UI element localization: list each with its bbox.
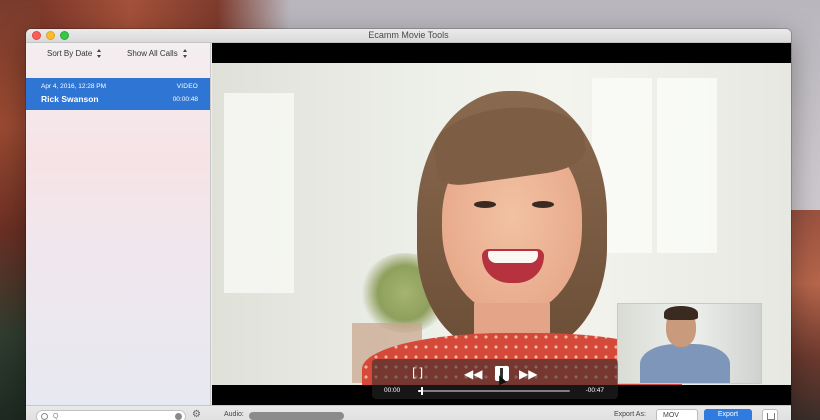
- call-duration: 00:00:48: [172, 96, 198, 103]
- scrubber-track[interactable]: [418, 387, 570, 395]
- share-icon[interactable]: [762, 409, 778, 420]
- sort-bar: Sort By Date Show All Calls: [26, 43, 210, 64]
- picture-in-picture-video[interactable]: [617, 303, 762, 384]
- call-list-item[interactable]: Apr 4, 2016, 12:28 PM VIDEO Rick Swanson…: [26, 78, 210, 110]
- wallpaper-cliff-top: [0, 0, 290, 30]
- pip-person-body: [640, 344, 730, 383]
- updown-chevron-icon: [182, 49, 188, 58]
- call-date: Apr 4, 2016, 12:28 PM: [41, 83, 107, 90]
- calls-sidebar: Sort By Date Show All Calls Apr 4, 2016,…: [26, 43, 211, 420]
- search-icon: [41, 413, 48, 420]
- clear-search-icon[interactable]: [175, 413, 182, 420]
- wallpaper-cliff-right: [788, 210, 820, 420]
- call-type: VIDEO: [176, 83, 198, 90]
- export-format-value: MOV: [663, 412, 679, 419]
- video-player[interactable]: [ ] ◀◀ ▶▶ 00:00 -00:47: [212, 43, 791, 405]
- trim-brackets-icon[interactable]: [ ]: [412, 367, 423, 379]
- bottom-toolbar: Q ⚙ Audio: Export As: MOV Export: [26, 405, 791, 420]
- video-frame[interactable]: [212, 63, 791, 385]
- playback-controls: [ ] ◀◀ ▶▶ 00:00 -00:47: [372, 359, 618, 399]
- caller-teeth: [488, 251, 538, 263]
- search-placeholder: Q: [53, 413, 59, 420]
- audio-label: Audio:: [224, 411, 244, 418]
- sort-by-date-label: Sort By Date: [47, 49, 93, 58]
- elapsed-time: 00:00: [384, 387, 401, 394]
- caller-eye: [474, 201, 496, 208]
- rewind-icon[interactable]: ◀◀: [464, 368, 482, 380]
- show-all-calls-label: Show All Calls: [127, 49, 178, 58]
- caller-eye: [532, 201, 554, 208]
- search-field[interactable]: Q: [36, 410, 186, 420]
- fast-forward-icon[interactable]: ▶▶: [519, 368, 537, 380]
- sort-by-date-select[interactable]: Sort By Date: [47, 49, 102, 58]
- background-window: [224, 93, 294, 293]
- scrubber-playhead[interactable]: [421, 387, 424, 395]
- background-window: [657, 78, 717, 253]
- export-button[interactable]: Export: [704, 409, 752, 420]
- export-format-select[interactable]: MOV: [656, 409, 698, 420]
- remaining-time: -00:47: [585, 387, 604, 394]
- pip-person-hair: [664, 306, 698, 320]
- gear-icon[interactable]: ⚙: [192, 409, 201, 420]
- audio-slider[interactable]: [249, 412, 344, 420]
- app-window: Ecamm Movie Tools Sort By Date Show All …: [26, 29, 791, 420]
- export-as-label: Export As:: [614, 411, 646, 418]
- window-title: Ecamm Movie Tools: [368, 30, 449, 40]
- show-all-calls-select[interactable]: Show All Calls: [127, 49, 188, 58]
- call-contact-name: Rick Swanson: [41, 94, 99, 104]
- title-bar[interactable]: Ecamm Movie Tools: [26, 29, 791, 43]
- updown-chevron-icon: [97, 49, 102, 58]
